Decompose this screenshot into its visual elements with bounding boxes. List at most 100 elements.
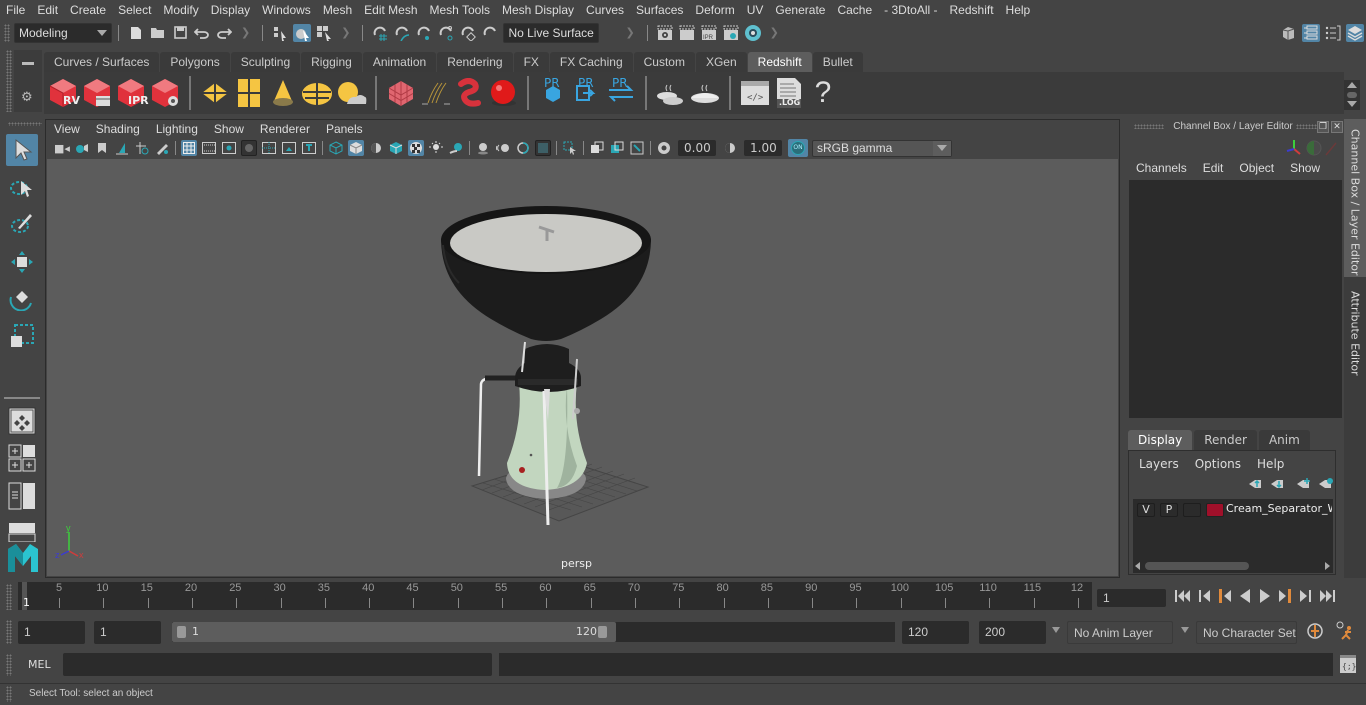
menu-windows[interactable]: Windows: [256, 3, 317, 17]
collapse-arrow-icon[interactable]: ❯: [625, 26, 634, 39]
isolate-select-icon[interactable]: [562, 140, 578, 156]
shelf-tab-fx-caching[interactable]: FX Caching: [549, 52, 633, 72]
menu-help[interactable]: Help: [1000, 3, 1037, 17]
rs-bake-multiple-icon[interactable]: [655, 76, 687, 110]
camera-attributes-icon[interactable]: [74, 140, 90, 156]
menu-mesh-display[interactable]: Mesh Display: [496, 3, 580, 17]
undo-icon[interactable]: [193, 24, 211, 42]
layer-color-swatch[interactable]: [1206, 503, 1224, 517]
layer-playback-toggle[interactable]: P: [1160, 503, 1178, 517]
menu-modify[interactable]: Modify: [157, 3, 204, 17]
toolbar-grip[interactable]: [4, 23, 10, 42]
snap-to-point-icon[interactable]: [415, 24, 433, 42]
cb-menu-channels[interactable]: Channels: [1136, 161, 1187, 175]
anti-aliasing-icon[interactable]: [515, 140, 531, 156]
outliner-persp-layout-button[interactable]: [6, 480, 38, 512]
redo-icon[interactable]: [215, 24, 233, 42]
panel-menu-panels[interactable]: Panels: [326, 122, 363, 136]
layer-tab-display[interactable]: Display: [1128, 430, 1193, 450]
select-by-hierarchy-icon[interactable]: [271, 24, 289, 42]
shelf-tab-polygons[interactable]: Polygons: [160, 52, 230, 72]
rs-dome-light-icon[interactable]: [301, 76, 333, 110]
depth-of-field-icon[interactable]: [535, 140, 551, 156]
menu-surfaces[interactable]: Surfaces: [630, 3, 689, 17]
side-tab-channel-box[interactable]: Channel Box / Layer Editor: [1344, 119, 1366, 277]
character-set-field[interactable]: No Character Set: [1196, 621, 1297, 644]
menu-curves[interactable]: Curves: [580, 3, 630, 17]
layer-horizontal-scrollbar[interactable]: [1133, 560, 1333, 572]
modeling-toolkit-icon[interactable]: [1280, 24, 1298, 42]
step-forward-key-icon[interactable]: [1298, 588, 1312, 604]
motion-blur-icon[interactable]: [495, 140, 511, 156]
field-chart-icon[interactable]: [261, 140, 277, 156]
shelf-menu-icon[interactable]: [22, 62, 34, 65]
xray-joints-icon[interactable]: [629, 140, 645, 156]
redshift-batch-render-icon[interactable]: [81, 76, 113, 110]
range-end-handle[interactable]: [598, 626, 607, 638]
timeline-grip[interactable]: [6, 584, 12, 610]
wireframe-on-shaded-icon[interactable]: [388, 140, 404, 156]
anim-layer-dropdown-icon[interactable]: [1052, 627, 1060, 633]
panel-menu-shading[interactable]: Shading: [96, 122, 140, 136]
bookmarks-icon[interactable]: [94, 140, 110, 156]
anim-layer-field[interactable]: No Anim Layer: [1067, 621, 1173, 644]
rs-volume-icon[interactable]: [453, 76, 485, 110]
scroll-thumb[interactable]: [1145, 562, 1249, 570]
redshift-render-settings-icon[interactable]: [149, 76, 181, 110]
menu-mesh-tools[interactable]: Mesh Tools: [424, 3, 496, 17]
collapse-arrow-icon[interactable]: ❯: [341, 26, 350, 39]
shelf-tab-sculpting[interactable]: Sculpting: [230, 52, 301, 72]
rotate-tool-button[interactable]: [6, 282, 38, 314]
cb-menu-show[interactable]: Show: [1290, 161, 1320, 175]
rs-hair-icon[interactable]: [419, 76, 451, 110]
image-plane-icon[interactable]: [114, 140, 130, 156]
move-layer-up-icon[interactable]: [1249, 479, 1261, 488]
menu-cache[interactable]: Cache: [831, 3, 878, 17]
attribute-editor-icon[interactable]: [1302, 23, 1320, 42]
textured-icon[interactable]: [408, 140, 424, 156]
collapse-arrow-icon[interactable]: ❯: [770, 26, 779, 39]
tool-settings-icon[interactable]: [1324, 24, 1342, 42]
layer-tab-render[interactable]: Render: [1194, 430, 1257, 450]
screen-space-ao-icon[interactable]: [475, 140, 491, 156]
shelf-tab-curves-surfaces[interactable]: Curves / Surfaces: [44, 52, 160, 72]
rs-help-icon[interactable]: ?: [807, 76, 839, 110]
step-back-key-icon[interactable]: [1198, 588, 1212, 604]
menu-file[interactable]: File: [0, 3, 31, 17]
layer-tab-anim[interactable]: Anim: [1258, 430, 1310, 450]
rs-proxy-import-icon[interactable]: PR: [571, 76, 603, 110]
scroll-down-icon[interactable]: [1347, 101, 1357, 107]
use-all-lights-icon[interactable]: [428, 140, 444, 156]
menu-edit-mesh[interactable]: Edit Mesh: [358, 3, 423, 17]
shelf-settings-gear-icon[interactable]: ⚙: [21, 90, 33, 105]
grid-toggle-icon[interactable]: [181, 140, 197, 156]
animation-preferences-icon[interactable]: [1335, 621, 1357, 641]
rs-area-light-icon[interactable]: [199, 76, 231, 110]
resolution-gate-icon[interactable]: [221, 140, 237, 156]
snap-to-curve-icon[interactable]: [393, 24, 411, 42]
safe-action-icon[interactable]: [281, 140, 297, 156]
layer-menu-options[interactable]: Options: [1195, 457, 1241, 471]
grease-pencil-icon[interactable]: [154, 140, 170, 156]
panel-menu-lighting[interactable]: Lighting: [156, 122, 198, 136]
layer-row[interactable]: V P Cream_Separator_With: [1133, 499, 1333, 521]
render-frame-icon[interactable]: [678, 24, 696, 42]
exposure-icon[interactable]: [656, 140, 672, 156]
rs-script-editor-icon[interactable]: </>: [739, 76, 771, 110]
new-scene-icon[interactable]: [127, 24, 145, 42]
safe-title-icon[interactable]: [301, 140, 317, 156]
redshift-ipr-icon[interactable]: IPR: [115, 76, 149, 110]
shelf-tab-custom[interactable]: Custom: [633, 52, 695, 72]
default-material-icon[interactable]: [368, 140, 384, 156]
color-management-toggle[interactable]: ON: [788, 139, 808, 157]
rs-portal-light-icon[interactable]: [233, 76, 265, 110]
shelf-tab-redshift[interactable]: Redshift: [747, 52, 812, 72]
four-pane-layout-button[interactable]: [6, 442, 38, 474]
range-grip[interactable]: [6, 620, 12, 644]
select-tool-button[interactable]: [6, 134, 38, 166]
side-tab-attribute-editor[interactable]: Attribute Editor: [1344, 281, 1366, 381]
new-empty-layer-icon[interactable]: [1297, 478, 1310, 488]
move-layer-down-icon[interactable]: [1271, 480, 1283, 489]
open-scene-icon[interactable]: [149, 24, 167, 42]
rs-proxy-mesh-icon[interactable]: [385, 76, 417, 110]
